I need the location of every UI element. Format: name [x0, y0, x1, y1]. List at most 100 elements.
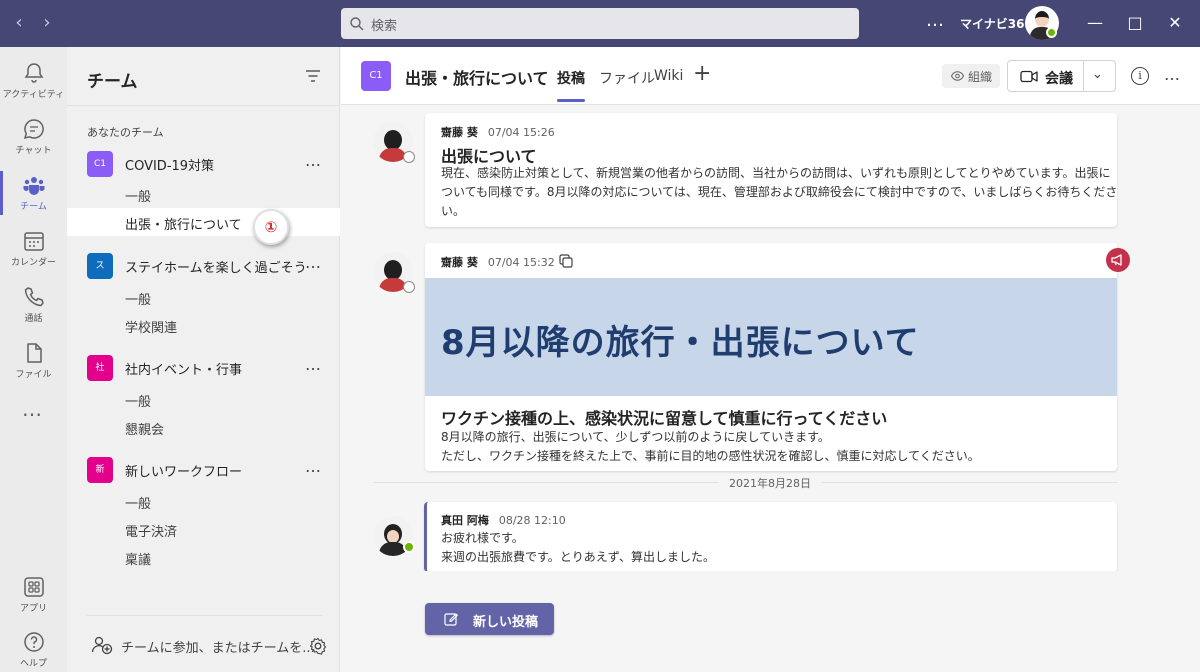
bell-icon	[24, 63, 43, 83]
org-name[interactable]: マイナビ365	[960, 15, 1033, 32]
team-name: COVID-19対策	[125, 159, 215, 174]
app-calendar-label: カレンダー	[10, 258, 56, 268]
tab-files[interactable]: ファイル	[599, 68, 655, 88]
posts-feed[interactable]: 齋藤 葵 07/04 15:26 出張について 現在、感染防止対策として、新規営業…	[341, 106, 1200, 571]
channel-general[interactable]: 一般	[67, 385, 340, 413]
channel-travel[interactable]: 出張・旅行について ①	[67, 208, 340, 245]
announcement-subheading: ワクチン接種の上、感染状況に留意して慎重に行ってください	[441, 409, 888, 428]
eye-icon	[951, 71, 964, 81]
divider	[87, 615, 323, 616]
channel-label: 出張・旅行について	[125, 218, 242, 233]
team-more-icon[interactable]: …	[305, 457, 322, 476]
channel-label: 一般	[125, 395, 152, 410]
team-stayhome[interactable]: ス ステイホームを楽しく過ごそう …	[67, 251, 340, 279]
app-calls-label: 通話	[24, 314, 43, 324]
search-placeholder: 検索	[371, 19, 398, 34]
filter-icon[interactable]	[305, 69, 321, 83]
app-files[interactable]: ファイル	[0, 333, 67, 389]
channel-party[interactable]: 懇親会	[67, 413, 340, 441]
app-teams[interactable]: チーム	[0, 165, 67, 221]
tab-wiki[interactable]: Wiki	[654, 68, 683, 84]
channel-label: 一般	[125, 293, 152, 308]
post-body: 現在、感染防止対策として、新規営業の他者からの訪問、当社からの訪問は、いずれも原…	[441, 166, 1118, 218]
copy-link-icon[interactable]	[558, 253, 574, 269]
app-chat-label: チャット	[15, 146, 52, 156]
team-covid[interactable]: C1 COVID-19対策 …	[67, 149, 340, 177]
channel-label: 電子決済	[125, 525, 178, 540]
help-icon	[23, 632, 44, 652]
calendar-icon	[23, 232, 44, 251]
title-bar: ‹ › 検索 … マイナビ365 — □ ✕	[0, 0, 1200, 47]
app-calendar[interactable]: カレンダー	[0, 221, 67, 277]
team-avatar: ス	[87, 253, 113, 279]
org-visibility-badge: 組織	[942, 64, 1000, 88]
app-bar: アクティビティ チャット チーム カレンダー 通話 ファイル … アプリ ヘルプ	[0, 47, 67, 672]
step-badge: ①	[253, 209, 289, 245]
minimize-icon[interactable]: —	[1083, 12, 1107, 34]
more-options-icon[interactable]: …	[926, 10, 945, 31]
post-card[interactable]: 真田 阿梅 08/28 12:10 お疲れ様です。 来週の出張旅費です。とりあえず…	[424, 502, 1117, 571]
close-icon[interactable]: ✕	[1163, 12, 1187, 34]
team-avatar: C1	[87, 151, 113, 177]
app-help-label: ヘルプ	[19, 659, 47, 669]
app-apps[interactable]: アプリ	[0, 567, 67, 623]
channel-approval[interactable]: 稟議	[67, 543, 340, 571]
post-card[interactable]: 齋藤 葵 07/04 15:26 出張について 現在、感染防止対策として、新規営業…	[425, 113, 1117, 227]
gear-icon[interactable]	[309, 637, 327, 655]
meet-button[interactable]: 会議 ⌄	[1007, 60, 1116, 92]
post-meta: 真田 阿梅 08/28 12:10	[441, 512, 566, 528]
chat-icon	[23, 119, 44, 140]
back-arrow-icon[interactable]: ‹	[9, 12, 29, 34]
announcement-card[interactable]: 齋藤 葵 07/04 15:32 8月以降の旅行・出張について ワクチン接種の上、…	[425, 243, 1117, 471]
channel-general[interactable]: 一般	[67, 180, 340, 208]
channel-label: 稟議	[125, 553, 152, 568]
team-more-icon[interactable]: …	[305, 355, 322, 374]
divider	[67, 105, 340, 106]
join-team-button[interactable]: チームに参加、またはチームを...	[87, 631, 327, 657]
post-meta: 齋藤 葵 07/04 15:32	[441, 254, 555, 270]
file-icon	[26, 343, 42, 363]
post-time: 08/28 12:10	[498, 514, 566, 527]
more-options-icon[interactable]: …	[1164, 65, 1181, 84]
channel-school[interactable]: 学校関連	[67, 311, 340, 339]
post-author[interactable]: 齋藤 葵	[441, 126, 478, 139]
search-input[interactable]: 検索	[341, 8, 859, 39]
chevron-down-icon[interactable]: ⌄	[1092, 67, 1103, 82]
presence-offline-icon	[403, 281, 415, 293]
date-divider-label: 2021年8月28日	[719, 475, 821, 491]
post-author[interactable]: 齋藤 葵	[441, 256, 478, 269]
your-teams-heading: あなたのチーム	[87, 126, 164, 139]
announcement-banner: 8月以降の旅行・出張について	[425, 278, 1117, 396]
forward-arrow-icon[interactable]: ›	[37, 12, 57, 34]
channel-general[interactable]: 一般	[67, 283, 340, 311]
post-author[interactable]: 真田 阿梅	[441, 514, 489, 527]
app-apps-label: アプリ	[19, 604, 47, 614]
app-chat[interactable]: チャット	[0, 109, 67, 165]
team-more-icon[interactable]: …	[305, 253, 322, 272]
info-icon[interactable]: i	[1131, 67, 1149, 85]
channel-title: 出張・旅行について	[405, 69, 549, 88]
team-name: ステイホームを楽しく過ごそう	[125, 261, 307, 276]
new-post-button[interactable]: 新しい投稿	[425, 603, 554, 635]
add-tab-icon[interactable]: +	[693, 61, 711, 86]
channel-epayment[interactable]: 電子決済	[67, 515, 340, 543]
apps-grid-icon	[23, 577, 44, 597]
app-help[interactable]: ヘルプ	[0, 622, 67, 672]
presence-available-icon	[403, 541, 415, 553]
team-more-icon[interactable]: …	[305, 151, 322, 170]
app-calls[interactable]: 通話	[0, 277, 67, 333]
presence-available-icon	[1046, 27, 1057, 38]
team-workflow[interactable]: 新 新しいワークフロー …	[67, 455, 340, 483]
more-apps-icon[interactable]: …	[22, 397, 43, 421]
app-teams-label: チーム	[20, 202, 47, 212]
app-activity[interactable]: アクティビティ	[0, 53, 67, 109]
post-time: 07/04 15:32	[487, 256, 555, 269]
team-events[interactable]: 社 社内イベント・行事 …	[67, 353, 340, 381]
maximize-icon[interactable]: □	[1123, 12, 1147, 34]
phone-icon	[24, 287, 44, 307]
tab-posts[interactable]: 投稿	[557, 68, 585, 102]
video-camera-icon	[1020, 70, 1038, 83]
channel-general[interactable]: 一般	[67, 487, 340, 515]
team-name: 社内イベント・行事	[125, 363, 243, 378]
compose-icon	[444, 613, 458, 626]
